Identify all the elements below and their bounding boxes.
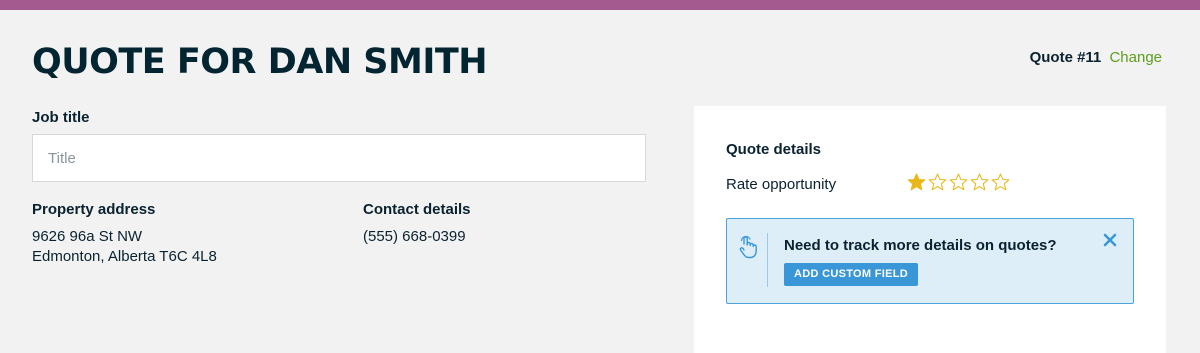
close-icon[interactable]	[1103, 233, 1117, 247]
quote-details-panel: Quote details Rate opportunity Need to t…	[694, 106, 1166, 353]
star-empty-icon[interactable]	[970, 172, 989, 192]
quote-details-heading: Quote details	[726, 141, 822, 158]
contact-details-label: Contact details	[363, 201, 471, 218]
star-empty-icon[interactable]	[928, 172, 947, 192]
page-title: QUOTE FOR DAN SMITH	[32, 42, 488, 82]
rate-opportunity-label: Rate opportunity	[726, 176, 837, 193]
star-empty-icon[interactable]	[949, 172, 968, 192]
promo-message: Need to track more details on quotes?	[784, 237, 1057, 254]
promo-divider	[767, 233, 768, 287]
top-accent-bar	[0, 0, 1200, 10]
quote-number: Quote #11	[1029, 49, 1102, 66]
touch-icon	[739, 235, 757, 259]
star-empty-icon[interactable]	[991, 172, 1010, 192]
add-custom-field-button[interactable]: ADD CUSTOM FIELD	[784, 263, 918, 286]
job-title-input[interactable]	[32, 134, 646, 182]
change-quote-number-link[interactable]: Change	[1109, 49, 1162, 66]
property-address-line2: Edmonton, Alberta T6C 4L8	[32, 248, 217, 265]
property-address-label: Property address	[32, 201, 156, 218]
custom-field-promo: Need to track more details on quotes? AD…	[726, 218, 1134, 304]
job-title-label: Job title	[32, 109, 90, 126]
property-address-line1: 9626 96a St NW	[32, 228, 143, 245]
contact-phone: (555) 668-0399	[363, 228, 466, 245]
star-filled-icon[interactable]	[907, 172, 926, 192]
quote-reference: Quote #11 Change	[1030, 49, 1162, 66]
star-rating[interactable]	[907, 172, 1012, 192]
